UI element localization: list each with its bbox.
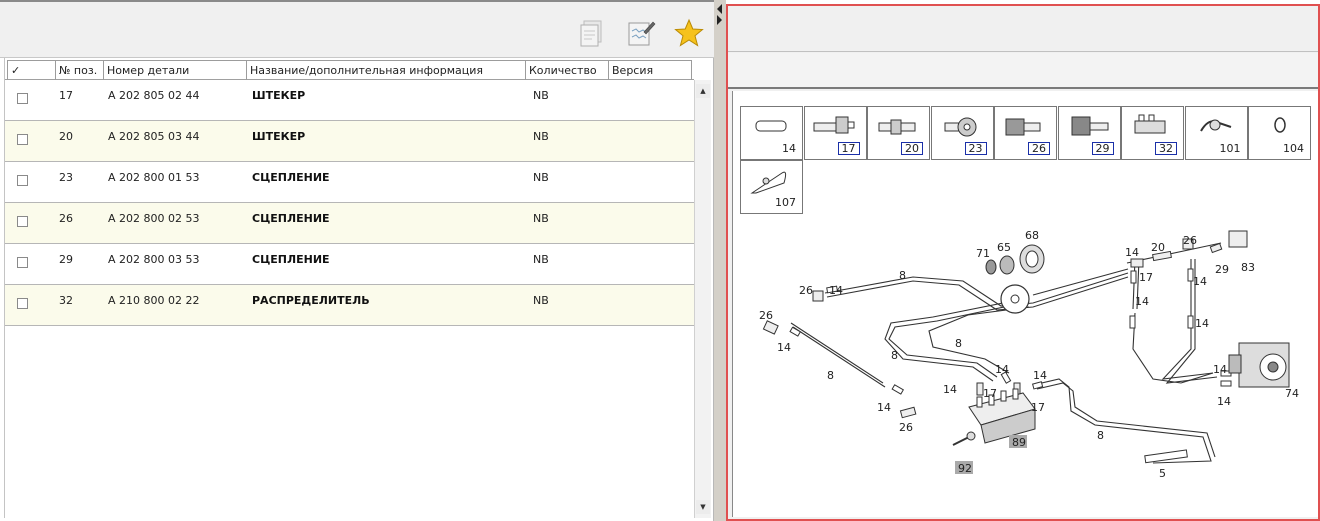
callout: 8: [899, 269, 906, 282]
callout: 26: [799, 284, 813, 297]
parts-table: ✓ № поз. Номер детали Название/дополните…: [4, 58, 694, 518]
callout: 17: [1139, 271, 1153, 284]
position-cell: 29: [59, 253, 73, 266]
column-header-check[interactable]: ✓: [7, 60, 55, 80]
callout: 29: [1215, 263, 1229, 276]
edit-document-button[interactable]: [624, 16, 658, 50]
callout: 26: [899, 421, 913, 434]
pump-74: [1228, 342, 1290, 388]
name-cell: СЦЕПЛЕНИЕ: [252, 253, 330, 266]
toolbar: [0, 0, 714, 58]
row-checkbox[interactable]: [17, 175, 28, 186]
name-cell: РАСПРЕДЕЛИТЕЛЬ: [252, 294, 370, 307]
callout: 14: [995, 363, 1009, 376]
part-number-cell: A 202 800 02 53: [108, 212, 200, 225]
name-cell: СЦЕПЛЕНИЕ: [252, 171, 330, 184]
quantity-cell: NB: [533, 171, 549, 184]
position-cell: 26: [59, 212, 73, 225]
table-row[interactable]: 23 A 202 800 01 53 СЦЕПЛЕНИЕ NB: [5, 162, 694, 203]
quantity-cell: NB: [533, 89, 549, 102]
quantity-cell: NB: [533, 253, 549, 266]
part-number-cell: A 202 805 02 44: [108, 89, 200, 102]
callout: 65: [997, 241, 1011, 254]
scroll-up-arrow-icon[interactable]: ▲: [696, 84, 710, 98]
callout: 8: [827, 369, 834, 382]
name-cell: ШТЕКЕР: [252, 130, 306, 143]
collapse-left-arrow-icon[interactable]: [717, 4, 722, 14]
exploded-parts-diagram[interactable]: 14 17 20 23 26 29 32 101 104 107 68 71 6…: [732, 91, 1318, 517]
callout: 14: [943, 383, 957, 396]
callout: 71: [976, 247, 990, 260]
table-row[interactable]: 26 A 202 800 02 53 СЦЕПЛЕНИЕ NB: [5, 203, 694, 244]
part-number-cell: A 202 800 03 53: [108, 253, 200, 266]
diagram-subbar: [728, 53, 1318, 89]
column-header-version[interactable]: Версия: [608, 60, 692, 80]
table-row[interactable]: 20 A 202 805 03 44 ШТЕКЕР NB: [5, 121, 694, 162]
quantity-cell: NB: [533, 130, 549, 143]
callout: 26: [1183, 234, 1197, 247]
callout-highlighted: 92: [958, 462, 972, 475]
name-cell: ШТЕКЕР: [252, 89, 306, 102]
callout-highlighted: 89: [1012, 436, 1026, 449]
row-checkbox[interactable]: [17, 93, 28, 104]
edit-document-icon: [628, 21, 656, 46]
table-row[interactable]: 29 A 202 800 03 53 СЦЕПЛЕНИЕ NB: [5, 244, 694, 285]
table-header: ✓ № поз. Номер детали Название/дополните…: [5, 58, 694, 80]
callout: 8: [955, 337, 962, 350]
callout: 17: [983, 387, 997, 400]
position-cell: 20: [59, 130, 73, 143]
position-cell: 23: [59, 171, 73, 184]
callout: 14: [829, 284, 843, 297]
part-number-cell: A 202 805 03 44: [108, 130, 200, 143]
callout: 83: [1241, 261, 1255, 274]
callout: 74: [1285, 387, 1299, 400]
vertical-scrollbar[interactable]: ▲ ▼: [694, 80, 711, 518]
row-checkbox[interactable]: [17, 257, 28, 268]
row-checkbox[interactable]: [17, 298, 28, 309]
callout: 20: [1151, 241, 1165, 254]
callout: 14: [777, 341, 791, 354]
callout: 14: [1125, 246, 1139, 259]
copy-document-button[interactable]: [576, 16, 610, 50]
callout: 14: [1193, 275, 1207, 288]
favorite-button[interactable]: [672, 16, 706, 50]
part-number-cell: A 202 800 01 53: [108, 171, 200, 184]
table-row[interactable]: 17 A 202 805 02 44 ШТЕКЕР NB: [5, 80, 694, 121]
callout: 5: [1159, 467, 1166, 480]
callout: 8: [1097, 429, 1104, 442]
column-header-part-number[interactable]: Номер детали: [103, 60, 246, 80]
position-cell: 32: [59, 294, 73, 307]
parts-list-pane: ✓ № поз. Номер детали Название/дополните…: [0, 0, 714, 521]
callout: 14: [1217, 395, 1231, 408]
callout: 14: [877, 401, 891, 414]
scroll-down-arrow-icon[interactable]: ▼: [696, 500, 710, 514]
table-row[interactable]: 32 A 210 800 02 22 РАСПРЕДЕЛИТЕЛЬ NB: [5, 285, 694, 326]
callout: 68: [1025, 229, 1039, 242]
favorite-star-icon: [674, 18, 704, 47]
position-cell: 17: [59, 89, 73, 102]
quantity-cell: NB: [533, 212, 549, 225]
column-header-quantity[interactable]: Количество: [525, 60, 608, 80]
collapse-right-arrow-icon[interactable]: [717, 15, 722, 25]
parts-drawing: 68 71 65 14 20 26 17 29 83 14 8 26 14 14…: [759, 229, 1299, 480]
callout: 14: [1213, 363, 1227, 376]
diagram-toolbar: [728, 6, 1318, 52]
column-header-name[interactable]: Название/дополнительная информация: [246, 60, 525, 80]
app-window: ✓ № поз. Номер детали Название/дополните…: [0, 0, 1320, 521]
row-checkbox[interactable]: [17, 216, 28, 227]
callout: 26: [759, 309, 773, 322]
callout: 14: [1195, 317, 1209, 330]
row-checkbox[interactable]: [17, 134, 28, 145]
part-number-cell: A 210 800 02 22: [108, 294, 200, 307]
callout: 14: [1033, 369, 1047, 382]
callout: 14: [1135, 295, 1149, 308]
column-header-position[interactable]: № поз.: [55, 60, 103, 80]
callout: 17: [1031, 401, 1045, 414]
copy-document-icon: [580, 20, 602, 47]
quantity-cell: NB: [533, 294, 549, 307]
name-cell: СЦЕПЛЕНИЕ: [252, 212, 330, 225]
diagram-pane: 14 17 20 23 26 29 32 101 104 107 68 71 6…: [726, 4, 1320, 521]
callout: 8: [891, 349, 898, 362]
pane-splitter[interactable]: [714, 0, 726, 521]
